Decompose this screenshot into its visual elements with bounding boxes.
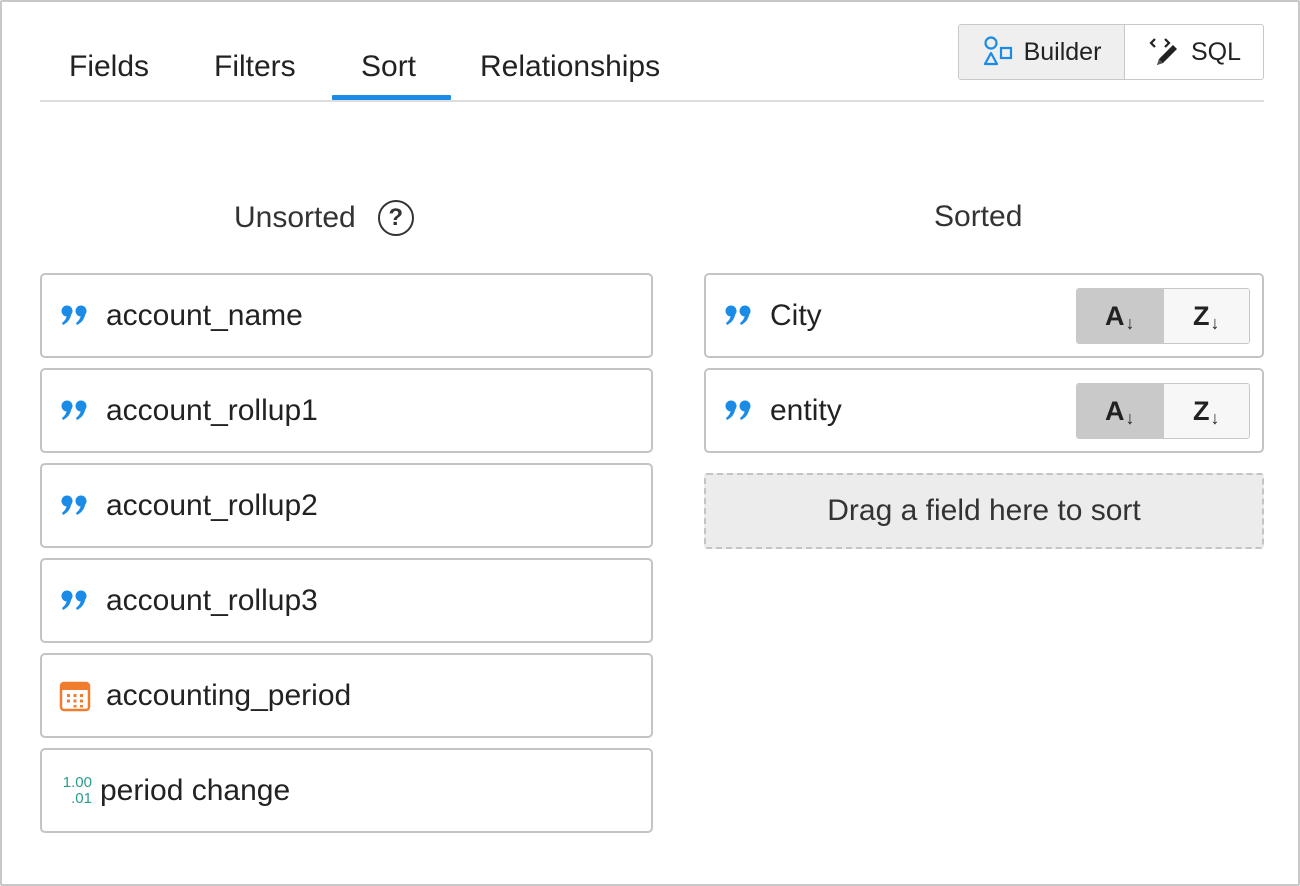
quote-icon: [58, 584, 92, 618]
sort-panel: Fields Filters Sort Relationships Builde…: [0, 0, 1300, 886]
field-item-account-name[interactable]: account_name: [40, 273, 653, 358]
field-label: period change: [100, 773, 291, 807]
sorted-item-city[interactable]: City A ↓ Z ↓: [704, 273, 1264, 358]
sort-ascending-button[interactable]: A ↓: [1077, 384, 1164, 438]
sort-desc-label: Z: [1193, 300, 1210, 331]
field-label: account_rollup2: [106, 488, 318, 522]
field-item-accounting-period[interactable]: accounting_period: [40, 653, 653, 738]
field-label: account_name: [106, 298, 303, 332]
field-item-account-rollup3[interactable]: account_rollup3: [40, 558, 653, 643]
sql-label: SQL: [1190, 37, 1242, 66]
tab-filters[interactable]: Filters: [214, 50, 296, 84]
number-icon-bottom: .01: [71, 789, 92, 807]
sql-button[interactable]: SQL: [1125, 25, 1263, 79]
sort-ascending-button[interactable]: A ↓: [1077, 289, 1164, 343]
field-label: account_rollup3: [106, 583, 318, 617]
down-arrow-icon: ↓: [1210, 407, 1220, 428]
sorted-heading: Sorted: [934, 200, 1023, 233]
down-arrow-icon: ↓: [1125, 312, 1135, 333]
unsorted-title: Unsorted: [234, 201, 356, 234]
number-icon: 1.00 .01: [58, 774, 92, 808]
sort-asc-label: A: [1105, 300, 1125, 331]
quote-icon: [722, 394, 756, 428]
calendar-icon: [58, 679, 92, 713]
field-item-account-rollup2[interactable]: account_rollup2: [40, 463, 653, 548]
sorted-field-list: City A ↓ Z ↓ entity A ↓ Z ↓ Drag a field…: [704, 273, 1264, 549]
tab-relationships[interactable]: Relationships: [480, 50, 660, 84]
field-item-period-change[interactable]: 1.00 .01 period change: [40, 748, 653, 833]
unsorted-heading: Unsorted ?: [234, 200, 414, 236]
quote-icon: [58, 489, 92, 523]
mode-toggle: Builder SQL: [958, 24, 1264, 80]
tab-sort[interactable]: Sort: [361, 50, 416, 84]
down-arrow-icon: ↓: [1210, 312, 1220, 333]
sort-drop-zone[interactable]: Drag a field here to sort: [704, 473, 1264, 549]
down-arrow-icon: ↓: [1125, 407, 1135, 428]
sort-direction-toggle: A ↓ Z ↓: [1076, 383, 1250, 439]
field-label: account_rollup1: [106, 393, 318, 427]
number-icon-top: 1.00: [62, 773, 92, 791]
tab-fields[interactable]: Fields: [69, 50, 149, 84]
field-label: City: [770, 298, 822, 332]
field-label: accounting_period: [106, 678, 352, 712]
sorted-item-entity[interactable]: entity A ↓ Z ↓: [704, 368, 1264, 453]
builder-label: Builder: [1023, 37, 1102, 66]
unsorted-field-list: account_name account_rollup1 account_rol…: [40, 273, 653, 843]
help-icon[interactable]: ?: [377, 200, 414, 236]
code-pencil-icon: [1149, 38, 1177, 65]
sort-descending-button[interactable]: Z ↓: [1163, 289, 1249, 343]
sort-direction-toggle: A ↓ Z ↓: [1076, 288, 1250, 344]
sort-desc-label: Z: [1193, 395, 1210, 426]
field-item-account-rollup1[interactable]: account_rollup1: [40, 368, 653, 453]
sort-asc-label: A: [1105, 395, 1125, 426]
shapes-icon: [983, 36, 1012, 66]
active-tab-indicator: [332, 95, 451, 100]
sort-descending-button[interactable]: Z ↓: [1163, 384, 1249, 438]
quote-icon: [722, 299, 756, 333]
builder-button[interactable]: Builder: [959, 25, 1125, 79]
quote-icon: [58, 394, 92, 428]
field-label: entity: [770, 393, 842, 427]
quote-icon: [58, 299, 92, 333]
